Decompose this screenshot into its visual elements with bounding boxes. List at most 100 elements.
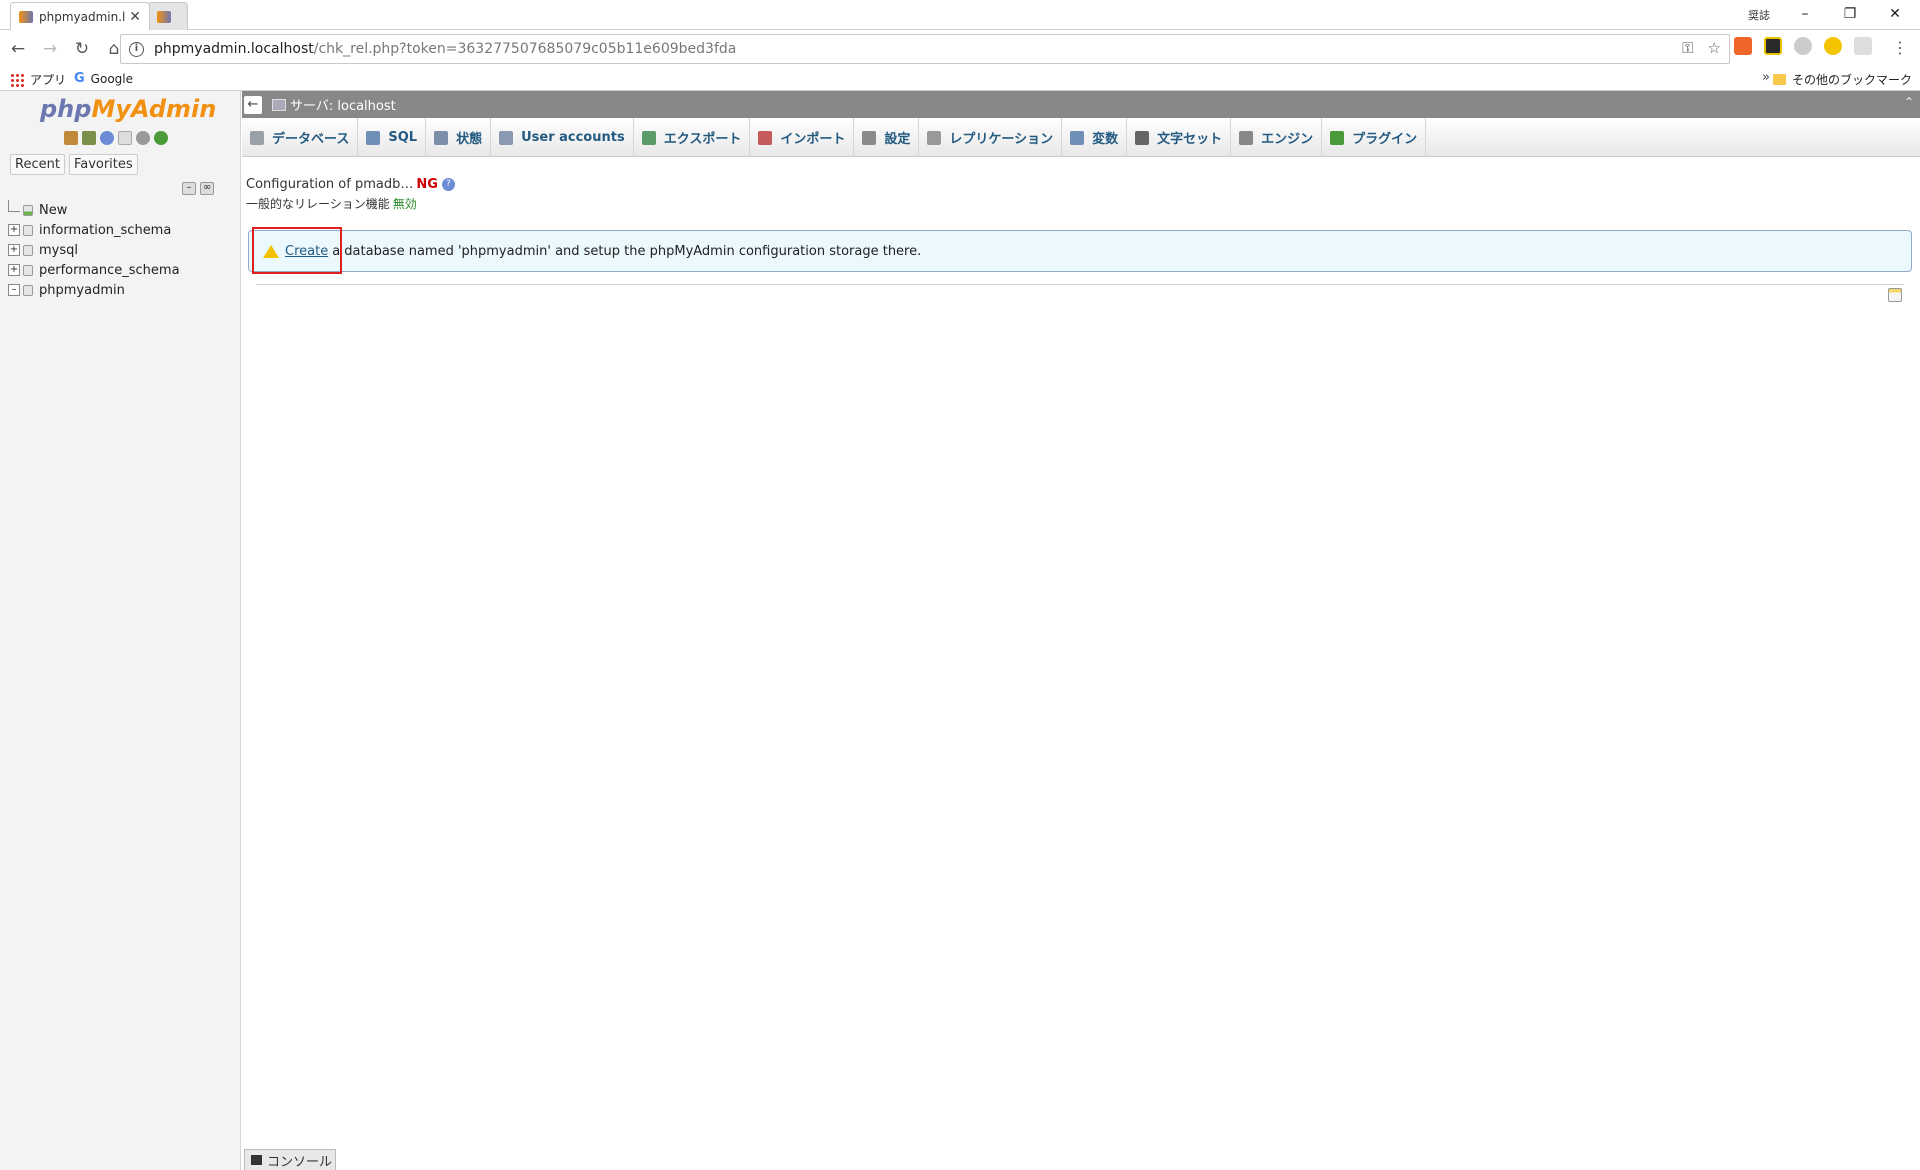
- tab-label: エクスポート: [663, 132, 742, 147]
- server-breadcrumb-bar: ← サーバ: localhost ⌃: [242, 91, 1920, 118]
- tab-close-icon[interactable]: ✕: [129, 9, 141, 25]
- extension-search-icon[interactable]: [1824, 37, 1842, 55]
- tab-settings[interactable]: 設定: [854, 118, 920, 157]
- bookmark-label: アプリ: [30, 73, 67, 87]
- help-icon[interactable]: [100, 131, 114, 145]
- tree-item-label[interactable]: performance_schema: [39, 263, 180, 278]
- window-close-button[interactable]: ✕: [1875, 3, 1915, 27]
- bookmarks-bar: アプリ G Google » その他のブックマーク: [0, 67, 1920, 91]
- tab-export[interactable]: エクスポート: [634, 118, 751, 157]
- warning-icon: [263, 244, 279, 258]
- key-icon[interactable]: ⚿: [1682, 39, 1693, 57]
- tab-label: 文字セット: [1157, 132, 1223, 147]
- collapse-header-icon[interactable]: ⌃: [1904, 95, 1914, 109]
- browser-menu-icon[interactable]: ⋮: [1892, 38, 1908, 57]
- server-breadcrumb[interactable]: サーバ: localhost: [290, 95, 396, 114]
- tree-item-label[interactable]: New: [39, 203, 67, 218]
- nav-toggle-arrow-icon[interactable]: ←: [244, 95, 262, 114]
- tree-item-mysql[interactable]: + mysql: [8, 240, 180, 260]
- home-icon[interactable]: [64, 131, 78, 145]
- phpmyadmin-favicon-icon: [157, 10, 171, 23]
- back-arrow-icon[interactable]: ←: [4, 35, 32, 63]
- tab-variables[interactable]: 変数: [1062, 118, 1128, 157]
- config-label: Configuration of pmadb…: [246, 177, 414, 192]
- favorites-button[interactable]: Favorites: [68, 154, 138, 175]
- replication-icon: [927, 130, 942, 145]
- tab-plugins[interactable]: プラグイン: [1322, 118, 1427, 157]
- pma-navigation-panel: phpMyAdmin Recent Favorites – ∞ New + in…: [0, 91, 241, 1170]
- status-chart-icon: [434, 130, 449, 145]
- tree-item-new[interactable]: New: [8, 200, 180, 220]
- address-bar[interactable]: i phpmyadmin.localhost/chk_rel.php?token…: [120, 34, 1730, 64]
- content-divider: [256, 284, 1904, 285]
- google-icon: G: [74, 71, 85, 86]
- phpmyadmin-logo[interactable]: phpMyAdmin: [40, 95, 216, 123]
- tree-item-label[interactable]: mysql: [39, 243, 78, 258]
- extension-shield-icon[interactable]: [1854, 37, 1872, 55]
- tab-label: User accounts: [521, 130, 625, 145]
- status-badge-disabled: 無効: [392, 197, 417, 211]
- browser-tab-active[interactable]: phpmyadmin.l ✕: [10, 2, 150, 30]
- database-tree: New + information_schema + mysql + perfo…: [8, 200, 180, 300]
- link-icon[interactable]: ∞: [200, 182, 214, 195]
- page-settings-icon[interactable]: [1888, 288, 1902, 302]
- browser-tab-inactive[interactable]: [148, 2, 188, 30]
- tree-item-performance-schema[interactable]: + performance_schema: [8, 260, 180, 280]
- bookmark-apps[interactable]: アプリ: [10, 71, 66, 88]
- tree-item-information-schema[interactable]: + information_schema: [8, 220, 180, 240]
- create-database-link[interactable]: Create: [285, 244, 328, 259]
- tab-databases[interactable]: データベース: [242, 118, 359, 157]
- tab-charsets[interactable]: 文字セット: [1127, 118, 1232, 157]
- wrench-icon: [862, 130, 877, 145]
- console-label: コンソール: [267, 1154, 333, 1170]
- tab-label: 変数: [1092, 132, 1119, 147]
- window-user-label[interactable]: 奨誌: [1748, 7, 1770, 23]
- expand-icon[interactable]: +: [8, 224, 20, 236]
- expand-icon[interactable]: –: [8, 284, 20, 296]
- tab-import[interactable]: インポート: [750, 118, 855, 157]
- tab-user-accounts[interactable]: User accounts: [491, 118, 634, 157]
- tree-item-label[interactable]: phpmyadmin: [39, 283, 125, 298]
- tab-status[interactable]: 状態: [426, 118, 492, 157]
- docs-icon[interactable]: [118, 131, 132, 145]
- tree-connector: [8, 200, 20, 212]
- tree-item-label[interactable]: information_schema: [39, 223, 171, 238]
- window-maximize-button[interactable]: ❐: [1830, 3, 1870, 27]
- database-icon: [23, 284, 33, 296]
- browser-tab-strip: phpmyadmin.l ✕ 奨誌 – ❐ ✕: [0, 0, 1920, 30]
- window-minimize-button[interactable]: –: [1785, 3, 1825, 27]
- console-toggle[interactable]: コンソール: [244, 1149, 336, 1170]
- expand-icon[interactable]: +: [8, 244, 20, 256]
- extension-check-icon[interactable]: [1764, 37, 1782, 55]
- new-database-icon: [23, 204, 33, 216]
- tab-engines[interactable]: エンジン: [1231, 118, 1323, 157]
- console-icon: [251, 1155, 262, 1165]
- reload-icon[interactable]: [154, 131, 168, 145]
- database-icon: [250, 130, 264, 145]
- reload-icon[interactable]: ↻: [68, 35, 96, 63]
- expand-icon[interactable]: +: [8, 264, 20, 276]
- logout-icon[interactable]: [82, 131, 96, 145]
- url-path: /chk_rel.php?token=363277507685079c05b11…: [313, 41, 737, 57]
- tab-label: 状態: [456, 132, 483, 147]
- gear-icon[interactable]: [136, 131, 150, 145]
- browser-toolbar: ← → ↻ ⌂ i phpmyadmin.localhost/chk_rel.p…: [0, 31, 1920, 67]
- bookmarks-overflow-icon[interactable]: »: [1762, 70, 1770, 85]
- tab-label: データベース: [272, 132, 350, 147]
- recent-button[interactable]: Recent: [10, 154, 65, 175]
- bookmark-google[interactable]: G Google: [74, 71, 133, 86]
- notice-text: a database named 'phpmyadmin' and setup …: [332, 243, 922, 259]
- tab-replication[interactable]: レプリケーション: [919, 118, 1063, 157]
- other-bookmarks[interactable]: その他のブックマーク: [1772, 71, 1912, 88]
- forward-arrow-icon[interactable]: →: [36, 35, 64, 63]
- site-info-icon[interactable]: i: [129, 41, 144, 57]
- tab-label: SQL: [388, 130, 418, 145]
- tree-item-phpmyadmin[interactable]: – phpmyadmin: [8, 280, 180, 300]
- database-icon: [23, 244, 33, 256]
- tab-sql[interactable]: SQL: [358, 118, 427, 157]
- extension-grey-icon[interactable]: [1794, 37, 1812, 55]
- bookmark-star-icon[interactable]: ☆: [1708, 39, 1721, 57]
- extension-chart-icon[interactable]: [1734, 37, 1752, 55]
- collapse-all-icon[interactable]: –: [182, 182, 196, 195]
- help-icon[interactable]: ?: [441, 178, 455, 191]
